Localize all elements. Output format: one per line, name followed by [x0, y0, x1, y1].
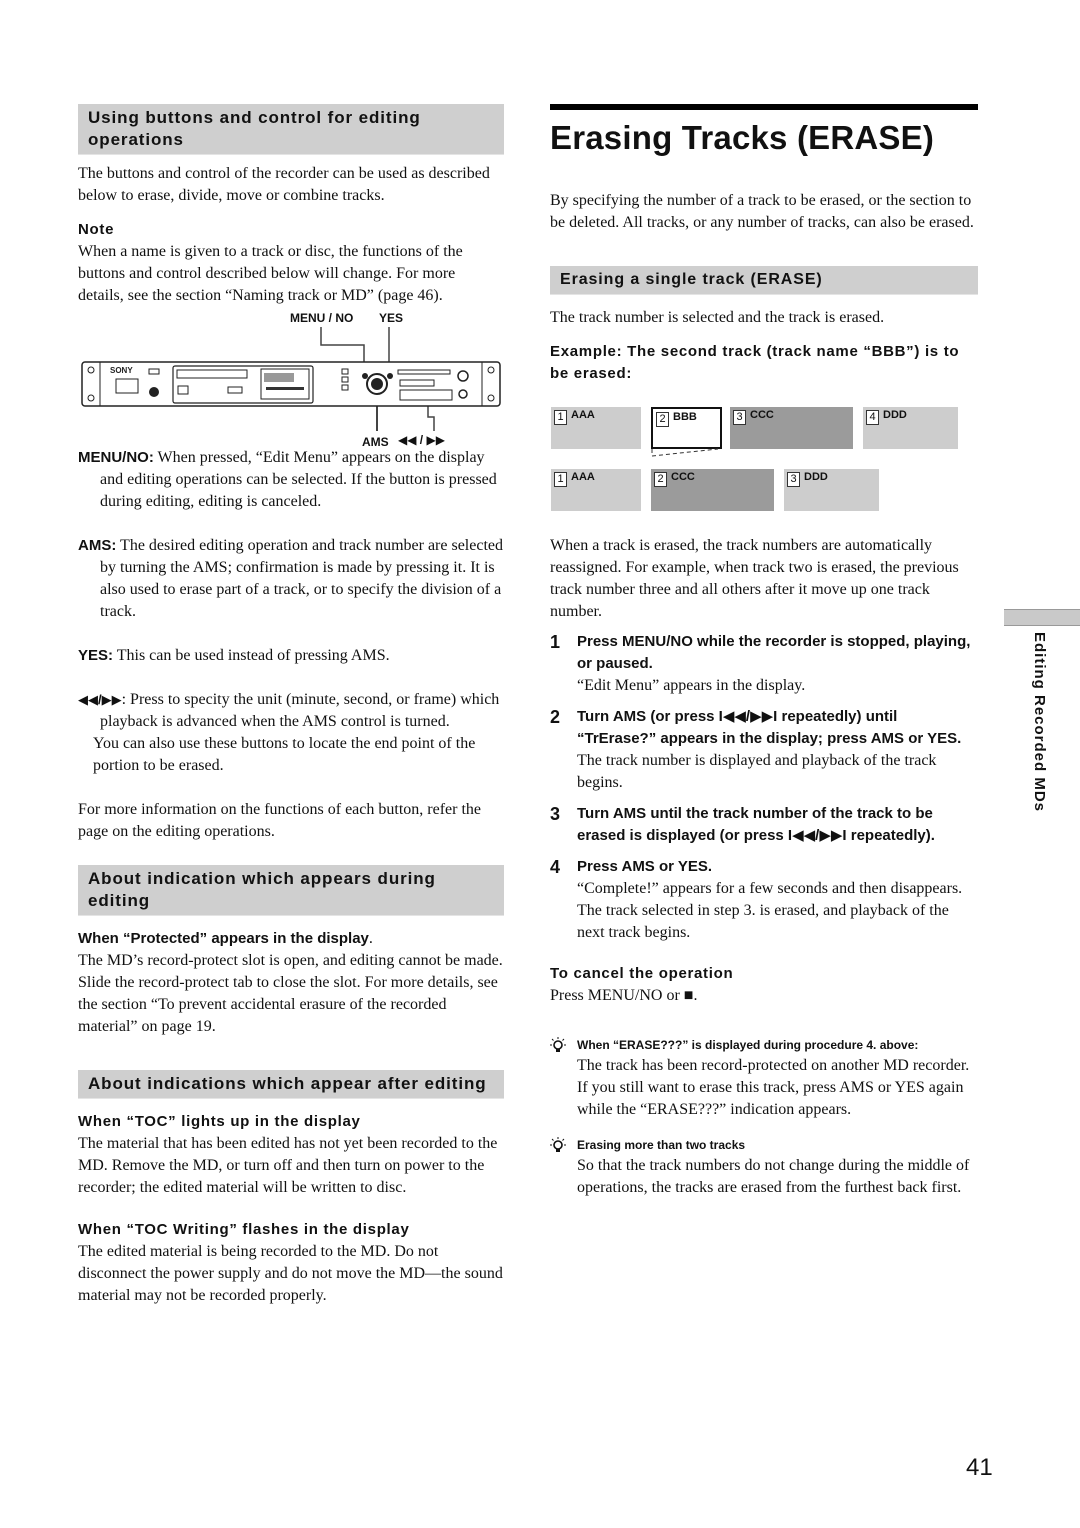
step-result: “Complete!” appears for a few seconds an… — [577, 880, 963, 941]
brand-logo: SONY — [110, 366, 133, 375]
track-number: 1 — [554, 410, 567, 425]
track-number: 1 — [554, 472, 567, 487]
step-number: 4 — [550, 857, 561, 877]
track-name: BBB — [673, 411, 697, 423]
tip-title: When “ERASE???” is displayed during proc… — [577, 1038, 919, 1052]
protected-subhead-text: When “Protected” appears in the display — [78, 930, 369, 947]
term-yes: YES: — [78, 647, 114, 664]
recorder-front-panel-figure: MENU / NO YES AMS ◀◀ / ▶▶ SONY — [78, 307, 504, 449]
right-column: Erasing Tracks (ERASE) By specifying the… — [550, 104, 978, 1199]
toc-writing-text: The edited material is being recorded to… — [78, 1243, 503, 1304]
yes-button — [387, 373, 393, 379]
tip-text: The track has been record-protected on a… — [577, 1057, 970, 1118]
track-number: 2 — [654, 472, 667, 487]
tip-text: So that the track numbers do not change … — [577, 1157, 970, 1196]
cancel-text: Press MENU/NO or ■. — [550, 987, 698, 1004]
tip-title: Erasing more than two tracks — [577, 1138, 746, 1152]
toc-text: The material that has been edited has no… — [78, 1135, 498, 1196]
renumber-text: When a track is erased, the track number… — [550, 537, 959, 620]
page-number: 41 — [966, 1454, 993, 1481]
title-rule — [550, 104, 978, 110]
item-ams: AMS: The desired editing operation and t… — [78, 535, 504, 623]
protected-subhead-tail: . — [368, 930, 373, 947]
track-after-1: 1 AAA — [551, 469, 641, 511]
buttons-intro: The buttons and control of the recorder … — [78, 165, 490, 204]
side-tab-bar — [1004, 609, 1080, 626]
more-info-text: For more information on the functions of… — [78, 801, 481, 840]
side-tab-text: Editing Recorded MDs — [1031, 632, 1048, 813]
track-name: AAA — [571, 409, 595, 421]
term-ams: AMS: — [78, 537, 117, 554]
toc-subhead: When “TOC” lights up in the display — [78, 1113, 361, 1130]
step-1: 1 Press MENU/NO while the recorder is st… — [550, 631, 978, 697]
step-number: 1 — [550, 632, 561, 652]
note-label: Note — [78, 221, 115, 238]
lightbulb-icon — [550, 1037, 566, 1052]
recorder-drawing: SONY — [81, 327, 501, 431]
track-after-2: 2 CCC — [651, 469, 774, 511]
section-heading-during-editing: About indication which appears during ed… — [78, 865, 504, 916]
disc-slot — [176, 369, 248, 379]
item-yes: YES: This can be used instead of pressin… — [78, 645, 504, 667]
phones-jack — [149, 387, 159, 397]
track-name: AAA — [571, 471, 595, 483]
protected-text: The MD’s record-protect slot is open, an… — [78, 952, 503, 1035]
step-number: 3 — [550, 804, 561, 824]
desc-yes: This can be used instead of pressing AMS… — [116, 647, 390, 664]
toc-writing-subhead: When “TOC Writing” flashes in the displa… — [78, 1221, 410, 1238]
section-heading-buttons: Using buttons and control for editing op… — [78, 104, 504, 155]
desc-menu-no: When pressed, “Edit Menu” appears on the… — [100, 449, 497, 510]
track-number: 3 — [733, 410, 746, 425]
step-result: The track number is displayed and playba… — [577, 752, 937, 791]
track-before-2-erased: 2 BBB — [651, 407, 722, 449]
erase-intro: By specifying the number of a track to b… — [550, 192, 974, 231]
step-3: 3 Turn AMS until the track number of the… — [550, 803, 978, 847]
single-track-intro: The track number is selected and the tra… — [550, 309, 885, 326]
item-menu-no: MENU/NO: When pressed, “Edit Menu” appea… — [78, 447, 504, 513]
rew-ff-buttons — [399, 379, 435, 387]
term-menu-no: MENU/NO: — [78, 449, 154, 466]
power-button — [115, 378, 139, 394]
note-text: When a name is given to a track or disc,… — [78, 243, 463, 304]
step-result: “Edit Menu” appears in the display. — [577, 677, 806, 694]
tip-more-than-two: Erasing more than two tracks So that the… — [550, 1135, 978, 1199]
cancel-heading: To cancel the operation — [550, 965, 734, 982]
track-before-4: 4 DDD — [863, 407, 958, 449]
rew-ff-extra: You can also use these buttons to locate… — [93, 735, 476, 774]
item-rew-ff: ◀◀/▶▶: Press to specity the unit (minute… — [78, 689, 504, 733]
protected-subhead: When “Protected” appears in the display. — [78, 928, 504, 950]
track-number: 4 — [866, 410, 879, 425]
side-tab-label: Editing Recorded MDs — [1024, 632, 1048, 832]
page-title: Erasing Tracks (ERASE) — [550, 119, 935, 156]
step-instruction: Press AMS or YES. — [577, 858, 713, 875]
section-heading-after-editing: About indications which appear after edi… — [78, 1070, 504, 1099]
track-after-3: 3 DDD — [784, 469, 879, 511]
example-heading: Example: The second track (track name “B… — [550, 343, 960, 382]
track-number: 3 — [787, 472, 800, 487]
step-2: 2 Turn AMS (or press I◀◀/▶▶I repeatedly)… — [550, 706, 978, 794]
desc-rew-ff: : Press to specity the unit (minute, sec… — [100, 691, 500, 730]
track-name: DDD — [804, 471, 828, 483]
track-name: DDD — [883, 409, 907, 421]
track-before-3: 3 CCC — [730, 407, 853, 449]
track-name: CCC — [671, 471, 695, 483]
step-4: 4 Press AMS or YES. “Complete!” appears … — [550, 856, 978, 944]
track-number: 2 — [656, 412, 669, 427]
left-column: Using buttons and control for editing op… — [78, 104, 504, 1307]
track-erase-diagram: 1 AAA 2 BBB 3 CCC 4 DDD 1 AAA 2 CCC 3 DDD — [550, 385, 978, 535]
lightbulb-icon — [550, 1137, 566, 1152]
step-number: 2 — [550, 707, 561, 727]
step-instruction: Turn AMS (or press I◀◀/▶▶I repeatedly) u… — [577, 708, 962, 747]
menu-no-button — [362, 373, 368, 379]
step-instruction: Press MENU/NO while the recorder is stop… — [577, 633, 971, 672]
section-heading-single-track: Erasing a single track (ERASE) — [550, 266, 978, 295]
track-name: CCC — [750, 409, 774, 421]
track-before-1: 1 AAA — [551, 407, 641, 449]
term-rew-ff: ◀◀/▶▶ — [78, 692, 122, 707]
desc-ams: The desired editing operation and track … — [100, 537, 503, 620]
tip-erase-displayed: When “ERASE???” is displayed during proc… — [550, 1035, 978, 1121]
step-instruction: Turn AMS until the track number of the t… — [577, 805, 935, 844]
